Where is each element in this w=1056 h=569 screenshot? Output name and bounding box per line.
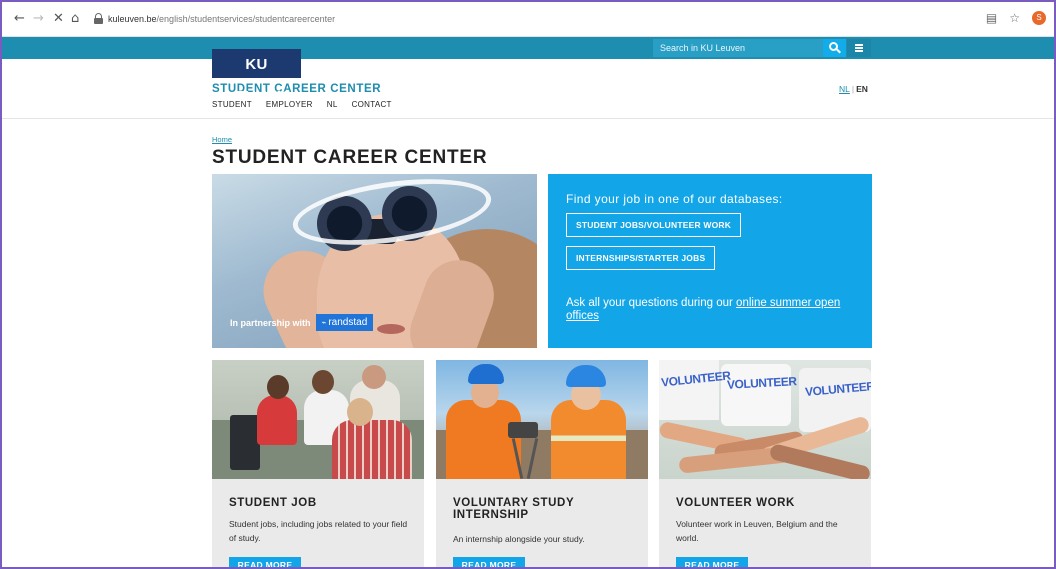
menu-button[interactable]: [847, 39, 871, 57]
ku-leuven-logo[interactable]: KU LEUVEN: [212, 46, 301, 105]
url-text: kuleuven.be/english/studentservices/stud…: [108, 14, 336, 24]
lang-separator: |: [851, 84, 855, 94]
volunteer-image: VOLUNTEER VOLUNTEER VOLUNTEER: [659, 360, 871, 479]
card-voluntary-internship: VOLUNTARY STUDY INTERNSHIP An internship…: [436, 360, 648, 567]
star-icon[interactable]: ☆: [1009, 11, 1020, 25]
back-arrow-icon[interactable]: ←: [14, 12, 25, 26]
lang-nl-link[interactable]: NL: [839, 84, 850, 94]
forward-arrow-icon[interactable]: →: [33, 12, 44, 26]
close-icon[interactable]: ✕: [53, 12, 64, 26]
search-button[interactable]: [823, 39, 846, 57]
student-jobs-button[interactable]: STUDENT JOBS/VOLUNTEER WORK: [566, 213, 742, 237]
hero-image: In partnership with ⌁ randstad: [212, 174, 537, 348]
card-title[interactable]: VOLUNTEER WORK: [676, 497, 861, 509]
student-job-image: [212, 360, 424, 479]
card-volunteer-work: VOLUNTEER VOLUNTEER VOLUNTEER VOLUNTEER …: [659, 360, 871, 567]
internship-image: [436, 360, 648, 479]
card-description: Student jobs, including jobs related to …: [229, 519, 408, 543]
breadcrumb-home[interactable]: Home: [212, 135, 232, 144]
search-input[interactable]: Search in KU Leuven: [653, 39, 823, 57]
nav-item-contact[interactable]: CONTACT: [352, 100, 392, 109]
read-more-button[interactable]: READ MORE: [676, 557, 748, 567]
randstad-logo[interactable]: ⌁ randstad: [315, 314, 374, 331]
internships-button[interactable]: INTERNSHIPS/STARTER JOBS: [566, 246, 716, 270]
read-more-button[interactable]: READ MORE: [453, 557, 525, 567]
nav-item-nl[interactable]: NL: [327, 100, 338, 109]
lock-icon: [94, 13, 103, 24]
promo-footer-text: Ask all your questions during our: [566, 297, 737, 309]
header-divider: [2, 118, 1054, 119]
profile-avatar[interactable]: S: [1032, 11, 1046, 25]
browser-toolbar: ← → ✕ ⌂ kuleuven.be/english/studentservi…: [2, 2, 1054, 37]
reader-mode-icon[interactable]: ▤: [986, 11, 997, 25]
partnership-badge: In partnership with ⌁ randstad: [230, 314, 374, 331]
promo-heading: Find your job in one of our databases:: [566, 192, 783, 206]
card-title[interactable]: VOLUNTARY STUDY INTERNSHIP: [453, 497, 638, 521]
read-more-button[interactable]: READ MORE: [229, 557, 301, 567]
card-title[interactable]: STUDENT JOB: [229, 497, 414, 509]
browser-window: ← → ✕ ⌂ kuleuven.be/english/studentservi…: [0, 0, 1056, 569]
card-student-job: STUDENT JOB Student jobs, including jobs…: [212, 360, 424, 567]
home-icon[interactable]: ⌂: [71, 12, 79, 26]
lang-en-link[interactable]: EN: [856, 84, 868, 94]
promo-footer: Ask all your questions during our online…: [566, 297, 866, 323]
card-description: An internship alongside your study.: [453, 534, 585, 544]
address-bar[interactable]: kuleuven.be/english/studentservices/stud…: [88, 10, 988, 30]
partnership-text: In partnership with: [230, 317, 311, 328]
site-topbar: [2, 37, 1054, 59]
job-database-panel: Find your job in one of our databases: S…: [548, 174, 872, 348]
language-switcher: NL | EN: [839, 84, 868, 94]
page-title: STUDENT CAREER CENTER: [212, 147, 488, 168]
card-description: Volunteer work in Leuven, Belgium and th…: [676, 519, 838, 543]
